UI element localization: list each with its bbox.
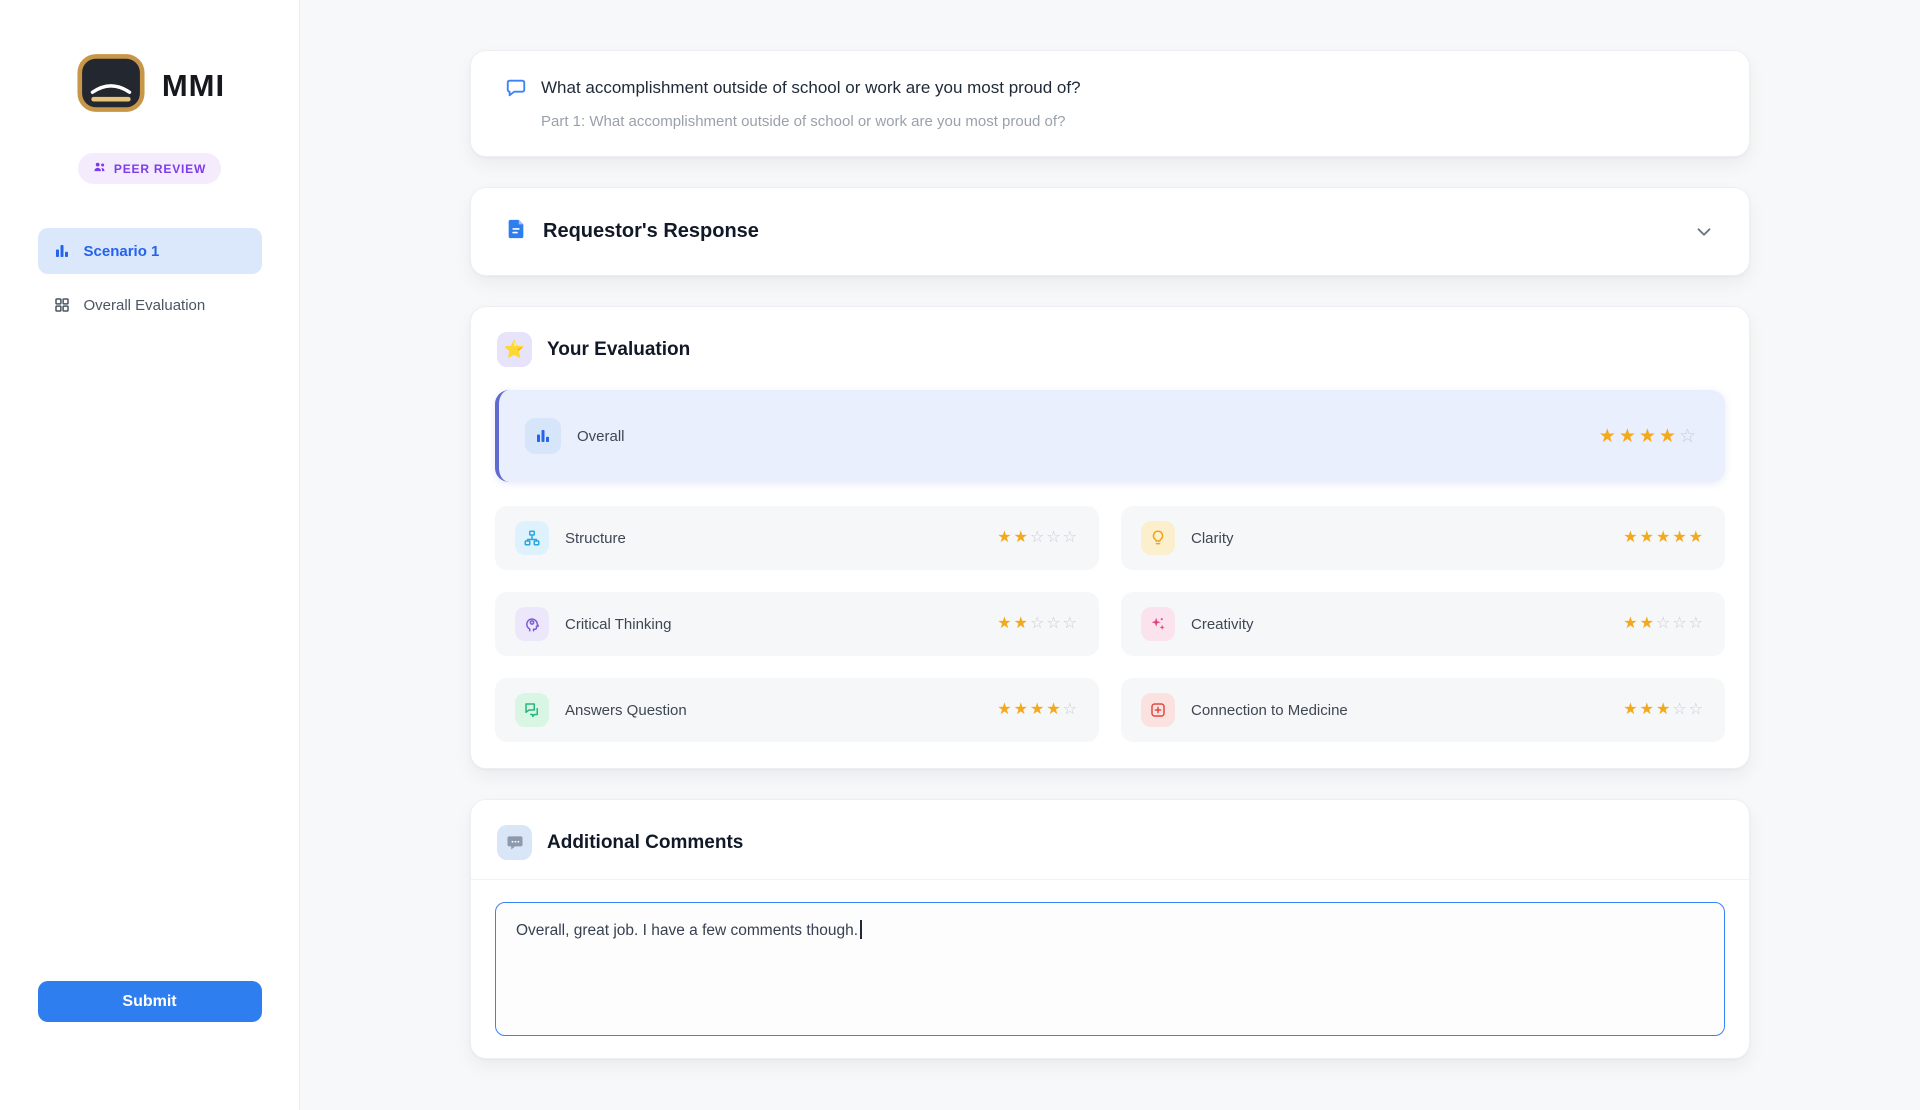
star-rating: ★★★★☆ <box>997 702 1079 718</box>
star-2-filled[interactable]: ★ <box>1014 529 1030 546</box>
star-2-filled[interactable]: ★ <box>1640 701 1656 718</box>
rating-row-critical-thinking: Critical Thinking ★★☆☆☆ <box>495 592 1099 656</box>
evaluation-card: ⭐ Your Evaluation Overall ★★★★☆ Structur… <box>470 306 1750 769</box>
grid-icon <box>53 296 71 314</box>
star-5-filled[interactable]: ★ <box>1689 529 1705 546</box>
star-5-empty[interactable]: ☆ <box>1063 701 1079 718</box>
brand-logo: MMI <box>74 46 225 125</box>
star-3-filled[interactable]: ★ <box>1639 426 1659 447</box>
sidebar-item-overall-evaluation[interactable]: Overall Evaluation <box>38 282 262 328</box>
star-4-empty[interactable]: ☆ <box>1046 529 1062 546</box>
bar-chart-icon <box>53 242 71 260</box>
star-2-filled[interactable]: ★ <box>1014 615 1030 632</box>
star-4-empty[interactable]: ☆ <box>1672 615 1688 632</box>
evaluation-title: Your Evaluation <box>547 339 690 361</box>
star-5-empty[interactable]: ☆ <box>1689 615 1705 632</box>
rating-row-clarity: Clarity ★★★★★ <box>1121 506 1725 570</box>
sidebar-item-label: Scenario 1 <box>84 243 160 260</box>
star-1-filled[interactable]: ★ <box>1623 615 1639 632</box>
chat-double-icon <box>515 693 549 727</box>
rating-row-answers-question: Answers Question ★★★★☆ <box>495 678 1099 742</box>
star-2-filled[interactable]: ★ <box>1640 529 1656 546</box>
sparkles-icon <box>1141 607 1175 641</box>
star-4-empty[interactable]: ☆ <box>1046 615 1062 632</box>
star-3-empty[interactable]: ☆ <box>1030 615 1046 632</box>
comments-input[interactable]: Overall, great job. I have a few comment… <box>495 902 1725 1036</box>
people-icon <box>93 160 107 177</box>
category-label: Connection to Medicine <box>1191 702 1348 719</box>
star-1-filled[interactable]: ★ <box>1623 701 1639 718</box>
star-rating: ★★★☆☆ <box>1623 702 1705 718</box>
star-5-empty[interactable]: ☆ <box>1063 615 1079 632</box>
bar-chart-icon <box>525 418 561 454</box>
overall-label: Overall <box>577 428 625 445</box>
star-1-filled[interactable]: ★ <box>1623 529 1639 546</box>
lightbulb-icon <box>1141 521 1175 555</box>
comments-text: Overall, great job. I have a few comment… <box>516 922 858 939</box>
star-1-filled[interactable]: ★ <box>997 701 1013 718</box>
document-icon <box>505 218 527 245</box>
star-3-empty[interactable]: ☆ <box>1656 615 1672 632</box>
question-title: What accomplishment outside of school or… <box>541 77 1081 100</box>
sidebar-nav: Scenario 1 Overall Evaluation <box>38 228 262 328</box>
star-5-empty[interactable]: ☆ <box>1679 426 1699 447</box>
star-emoji-icon: ⭐ <box>497 332 532 367</box>
star-1-filled[interactable]: ★ <box>997 529 1013 546</box>
brand-name: MMI <box>162 68 225 104</box>
star-1-filled[interactable]: ★ <box>997 615 1013 632</box>
head-idea-icon <box>515 607 549 641</box>
sidebar: MMI PEER REVIEW Scenario 1 Overall Evalu… <box>0 0 300 1110</box>
additional-comments-card: Additional Comments Overall, great job. … <box>470 799 1750 1059</box>
speech-dots-icon <box>497 825 532 860</box>
peer-review-badge: PEER REVIEW <box>78 153 221 184</box>
category-label: Answers Question <box>565 702 687 719</box>
category-label: Structure <box>565 530 626 547</box>
mmi-logo-icon <box>74 46 148 125</box>
structure-icon <box>515 521 549 555</box>
submit-button[interactable]: Submit <box>38 981 262 1022</box>
chat-bubble-icon <box>505 77 527 104</box>
star-rating: ★★☆☆☆ <box>997 530 1079 546</box>
star-5-empty[interactable]: ☆ <box>1063 529 1079 546</box>
star-4-empty[interactable]: ☆ <box>1672 701 1688 718</box>
star-rating: ★★☆☆☆ <box>997 616 1079 632</box>
star-3-filled[interactable]: ★ <box>1656 701 1672 718</box>
overall-star-rating: ★★★★☆ <box>1599 427 1699 446</box>
medical-cross-icon <box>1141 693 1175 727</box>
rating-row-creativity: Creativity ★★☆☆☆ <box>1121 592 1725 656</box>
badge-label: PEER REVIEW <box>114 162 206 176</box>
star-4-filled[interactable]: ★ <box>1046 701 1062 718</box>
comments-header: Additional Comments <box>471 800 1749 880</box>
evaluation-header: ⭐ Your Evaluation <box>471 307 1749 386</box>
requestor-response-card[interactable]: Requestor's Response <box>470 187 1750 276</box>
star-3-filled[interactable]: ★ <box>1656 529 1672 546</box>
category-rating-grid: Structure ★★☆☆☆ Clarity ★★★★★ Critical T… <box>495 506 1725 742</box>
rating-row-connection-to-medicine: Connection to Medicine ★★★☆☆ <box>1121 678 1725 742</box>
text-caret <box>860 920 862 939</box>
rating-row-structure: Structure ★★☆☆☆ <box>495 506 1099 570</box>
category-label: Creativity <box>1191 616 1254 633</box>
requestor-response-title: Requestor's Response <box>543 220 759 243</box>
question-subtitle: Part 1: What accomplishment outside of s… <box>541 113 1715 130</box>
star-rating: ★★☆☆☆ <box>1623 616 1705 632</box>
star-4-filled[interactable]: ★ <box>1659 426 1679 447</box>
star-2-filled[interactable]: ★ <box>1014 701 1030 718</box>
chevron-down-icon[interactable] <box>1693 221 1715 243</box>
category-label: Clarity <box>1191 530 1234 547</box>
star-rating: ★★★★★ <box>1623 530 1705 546</box>
main-content: What accomplishment outside of school or… <box>300 0 1920 1110</box>
star-3-filled[interactable]: ★ <box>1030 701 1046 718</box>
comments-title: Additional Comments <box>547 832 743 854</box>
category-label: Critical Thinking <box>565 616 671 633</box>
sidebar-item-label: Overall Evaluation <box>84 297 206 314</box>
sidebar-item-scenario-1[interactable]: Scenario 1 <box>38 228 262 274</box>
star-4-filled[interactable]: ★ <box>1672 529 1688 546</box>
star-1-filled[interactable]: ★ <box>1599 426 1619 447</box>
overall-rating-row: Overall ★★★★☆ <box>495 390 1725 482</box>
star-2-filled[interactable]: ★ <box>1640 615 1656 632</box>
star-3-empty[interactable]: ☆ <box>1030 529 1046 546</box>
star-2-filled[interactable]: ★ <box>1619 426 1639 447</box>
question-card: What accomplishment outside of school or… <box>470 50 1750 157</box>
star-5-empty[interactable]: ☆ <box>1689 701 1705 718</box>
